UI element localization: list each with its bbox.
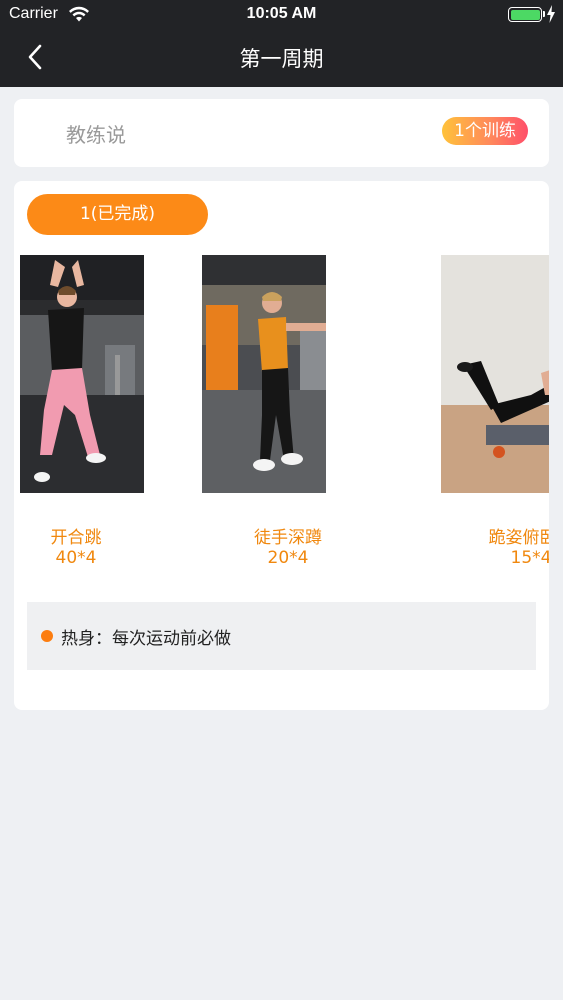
battery-cap	[543, 11, 545, 17]
coach-says-card[interactable]: 教练说 1个训练	[14, 99, 549, 167]
warmup-note: 热身：每次运动前必做	[27, 602, 536, 670]
status-bar: Carrier 10:05 AM	[0, 0, 563, 30]
exercise-card[interactable]: 徒手深蹲 20*4	[202, 255, 382, 585]
page-title: 第一周期	[239, 47, 324, 71]
charging-bolt-icon	[547, 5, 555, 23]
exercise-reps: 20*4	[267, 548, 309, 568]
bullet-dot	[41, 630, 53, 642]
session-card: 1(已完成) 开合跳 40*4 徒手深蹲 20*4 跪姿俯卧 15*4 热身：每…	[14, 181, 549, 710]
exercise-photo	[441, 255, 549, 493]
exercise-carousel[interactable]: 开合跳 40*4 徒手深蹲 20*4 跪姿俯卧 15*4	[14, 255, 549, 585]
training-count-badge[interactable]: 1个训练	[442, 117, 528, 145]
exercise-photo	[202, 255, 326, 493]
exercise-photo	[20, 255, 144, 493]
exercise-reps: 40*4	[55, 548, 97, 568]
coach-says-label: 教练说	[66, 123, 126, 147]
exercise-name: 徒手深蹲	[254, 528, 322, 548]
exercise-name: 开合跳	[50, 528, 102, 548]
exercise-name: 跪姿俯卧撑	[488, 528, 550, 548]
exercise-card[interactable]: 开合跳 40*4	[14, 255, 166, 585]
battery-icon	[508, 7, 542, 22]
exercise-reps: 15*4	[510, 548, 549, 568]
clock: 10:05 AM	[246, 5, 317, 22]
navigation-bar: Carrier 10:05 AM 第一周期	[0, 0, 563, 87]
session-status-button[interactable]: 1(已完成)	[27, 194, 208, 235]
exercise-card[interactable]: 跪姿俯卧撑 15*4	[441, 255, 549, 585]
warmup-note-text: 热身：每次运动前必做	[61, 629, 231, 649]
